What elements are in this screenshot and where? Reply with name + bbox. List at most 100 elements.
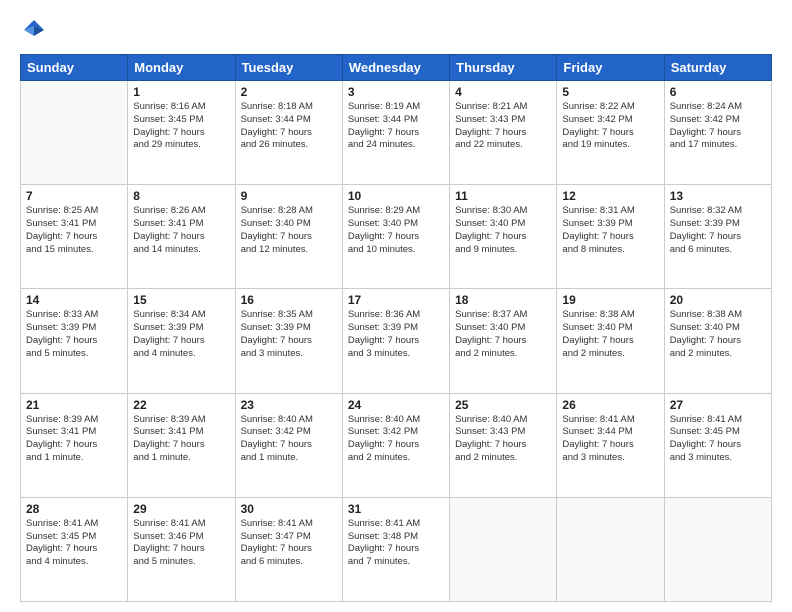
weekday-header-monday: Monday <box>128 55 235 81</box>
calendar-cell <box>21 81 128 185</box>
calendar-cell: 10 Sunrise: 8:29 AM Sunset: 3:40 PM Dayli… <box>342 185 449 289</box>
day-info: Sunrise: 8:38 AM Sunset: 3:40 PM Dayligh… <box>562 309 658 360</box>
day-info: Sunrise: 8:41 AM Sunset: 3:45 PM Dayligh… <box>26 518 122 569</box>
day-info: Sunrise: 8:28 AM Sunset: 3:40 PM Dayligh… <box>241 205 337 256</box>
day-info: Sunrise: 8:34 AM Sunset: 3:39 PM Dayligh… <box>133 309 229 360</box>
day-number: 15 <box>133 293 229 307</box>
day-info: Sunrise: 8:16 AM Sunset: 3:45 PM Dayligh… <box>133 101 229 152</box>
day-info: Sunrise: 8:40 AM Sunset: 3:42 PM Dayligh… <box>241 414 337 465</box>
day-number: 12 <box>562 189 658 203</box>
day-info: Sunrise: 8:41 AM Sunset: 3:47 PM Dayligh… <box>241 518 337 569</box>
day-number: 14 <box>26 293 122 307</box>
day-info: Sunrise: 8:35 AM Sunset: 3:39 PM Dayligh… <box>241 309 337 360</box>
calendar-cell: 21Sunrise: 8:39 AM Sunset: 3:41 PM Dayli… <box>21 393 128 497</box>
day-number: 5 <box>562 85 658 99</box>
day-number: 16 <box>241 293 337 307</box>
calendar-cell: 2 Sunrise: 8:18 AM Sunset: 3:44 PM Daylig… <box>235 81 342 185</box>
day-info: Sunrise: 8:22 AM Sunset: 3:42 PM Dayligh… <box>562 101 658 152</box>
weekday-header-thursday: Thursday <box>450 55 557 81</box>
day-number: 20 <box>670 293 766 307</box>
day-number: 29 <box>133 502 229 516</box>
day-info: Sunrise: 8:36 AM Sunset: 3:39 PM Dayligh… <box>348 309 444 360</box>
calendar-cell: 31Sunrise: 8:41 AM Sunset: 3:48 PM Dayli… <box>342 497 449 601</box>
day-info: Sunrise: 8:31 AM Sunset: 3:39 PM Dayligh… <box>562 205 658 256</box>
calendar-cell: 16 Sunrise: 8:35 AM Sunset: 3:39 PM Dayli… <box>235 289 342 393</box>
day-number: 4 <box>455 85 551 99</box>
calendar-cell: 19 Sunrise: 8:38 AM Sunset: 3:40 PM Dayli… <box>557 289 664 393</box>
day-info: Sunrise: 8:25 AM Sunset: 3:41 PM Dayligh… <box>26 205 122 256</box>
day-number: 10 <box>348 189 444 203</box>
day-number: 24 <box>348 398 444 412</box>
day-info: Sunrise: 8:41 AM Sunset: 3:44 PM Dayligh… <box>562 414 658 465</box>
calendar-cell: 26 Sunrise: 8:41 AM Sunset: 3:44 PM Dayli… <box>557 393 664 497</box>
day-number: 11 <box>455 189 551 203</box>
day-number: 8 <box>133 189 229 203</box>
day-info: Sunrise: 8:41 AM Sunset: 3:46 PM Dayligh… <box>133 518 229 569</box>
calendar-week-1: 1 Sunrise: 8:16 AM Sunset: 3:45 PM Daylig… <box>21 81 772 185</box>
page: SundayMondayTuesdayWednesdayThursdayFrid… <box>0 0 792 612</box>
calendar-cell: 29 Sunrise: 8:41 AM Sunset: 3:46 PM Dayli… <box>128 497 235 601</box>
day-info: Sunrise: 8:41 AM Sunset: 3:45 PM Dayligh… <box>670 414 766 465</box>
day-number: 3 <box>348 85 444 99</box>
calendar-cell: 12 Sunrise: 8:31 AM Sunset: 3:39 PM Dayli… <box>557 185 664 289</box>
calendar-cell: 9 Sunrise: 8:28 AM Sunset: 3:40 PM Daylig… <box>235 185 342 289</box>
weekday-header-saturday: Saturday <box>664 55 771 81</box>
day-info: Sunrise: 8:37 AM Sunset: 3:40 PM Dayligh… <box>455 309 551 360</box>
calendar-cell: 24 Sunrise: 8:40 AM Sunset: 3:42 PM Dayli… <box>342 393 449 497</box>
calendar-cell: 25 Sunrise: 8:40 AM Sunset: 3:43 PM Dayli… <box>450 393 557 497</box>
day-info: Sunrise: 8:40 AM Sunset: 3:43 PM Dayligh… <box>455 414 551 465</box>
day-number: 28 <box>26 502 122 516</box>
day-info: Sunrise: 8:18 AM Sunset: 3:44 PM Dayligh… <box>241 101 337 152</box>
day-number: 6 <box>670 85 766 99</box>
day-number: 1 <box>133 85 229 99</box>
calendar-cell: 18 Sunrise: 8:37 AM Sunset: 3:40 PM Dayli… <box>450 289 557 393</box>
day-number: 17 <box>348 293 444 307</box>
calendar-cell: 28 Sunrise: 8:41 AM Sunset: 3:45 PM Dayli… <box>21 497 128 601</box>
calendar-cell: 5 Sunrise: 8:22 AM Sunset: 3:42 PM Daylig… <box>557 81 664 185</box>
day-number: 21 <box>26 398 122 412</box>
calendar-cell: 15 Sunrise: 8:34 AM Sunset: 3:39 PM Dayli… <box>128 289 235 393</box>
day-number: 26 <box>562 398 658 412</box>
day-info: Sunrise: 8:26 AM Sunset: 3:41 PM Dayligh… <box>133 205 229 256</box>
weekday-header-row: SundayMondayTuesdayWednesdayThursdayFrid… <box>21 55 772 81</box>
day-number: 18 <box>455 293 551 307</box>
calendar-table: SundayMondayTuesdayWednesdayThursdayFrid… <box>20 54 772 602</box>
calendar-cell: 22Sunrise: 8:39 AM Sunset: 3:41 PM Dayli… <box>128 393 235 497</box>
calendar-cell: 6Sunrise: 8:24 AM Sunset: 3:42 PM Daylig… <box>664 81 771 185</box>
calendar-week-3: 14 Sunrise: 8:33 AM Sunset: 3:39 PM Dayli… <box>21 289 772 393</box>
day-info: Sunrise: 8:19 AM Sunset: 3:44 PM Dayligh… <box>348 101 444 152</box>
calendar-cell: 23Sunrise: 8:40 AM Sunset: 3:42 PM Dayli… <box>235 393 342 497</box>
calendar-cell: 14 Sunrise: 8:33 AM Sunset: 3:39 PM Dayli… <box>21 289 128 393</box>
calendar-cell: 8 Sunrise: 8:26 AM Sunset: 3:41 PM Daylig… <box>128 185 235 289</box>
day-number: 2 <box>241 85 337 99</box>
calendar-cell: 3 Sunrise: 8:19 AM Sunset: 3:44 PM Daylig… <box>342 81 449 185</box>
day-number: 25 <box>455 398 551 412</box>
day-info: Sunrise: 8:30 AM Sunset: 3:40 PM Dayligh… <box>455 205 551 256</box>
day-number: 31 <box>348 502 444 516</box>
day-info: Sunrise: 8:40 AM Sunset: 3:42 PM Dayligh… <box>348 414 444 465</box>
day-info: Sunrise: 8:33 AM Sunset: 3:39 PM Dayligh… <box>26 309 122 360</box>
calendar-cell: 11 Sunrise: 8:30 AM Sunset: 3:40 PM Dayli… <box>450 185 557 289</box>
calendar-cell <box>450 497 557 601</box>
calendar-cell: 7Sunrise: 8:25 AM Sunset: 3:41 PM Daylig… <box>21 185 128 289</box>
weekday-header-friday: Friday <box>557 55 664 81</box>
calendar-week-5: 28 Sunrise: 8:41 AM Sunset: 3:45 PM Dayli… <box>21 497 772 601</box>
day-number: 30 <box>241 502 337 516</box>
weekday-header-sunday: Sunday <box>21 55 128 81</box>
day-number: 13 <box>670 189 766 203</box>
calendar-cell <box>664 497 771 601</box>
calendar-cell: 1 Sunrise: 8:16 AM Sunset: 3:45 PM Daylig… <box>128 81 235 185</box>
calendar-cell: 4 Sunrise: 8:21 AM Sunset: 3:43 PM Daylig… <box>450 81 557 185</box>
day-info: Sunrise: 8:39 AM Sunset: 3:41 PM Dayligh… <box>133 414 229 465</box>
day-number: 9 <box>241 189 337 203</box>
header <box>20 16 772 44</box>
day-info: Sunrise: 8:32 AM Sunset: 3:39 PM Dayligh… <box>670 205 766 256</box>
day-number: 19 <box>562 293 658 307</box>
day-info: Sunrise: 8:29 AM Sunset: 3:40 PM Dayligh… <box>348 205 444 256</box>
logo-icon <box>20 16 48 44</box>
day-number: 27 <box>670 398 766 412</box>
day-info: Sunrise: 8:21 AM Sunset: 3:43 PM Dayligh… <box>455 101 551 152</box>
calendar-cell: 20Sunrise: 8:38 AM Sunset: 3:40 PM Dayli… <box>664 289 771 393</box>
weekday-header-wednesday: Wednesday <box>342 55 449 81</box>
calendar-week-4: 21 Sunrise: 8:39 AM Sunset: 3:41 PM Dayli… <box>21 393 772 497</box>
